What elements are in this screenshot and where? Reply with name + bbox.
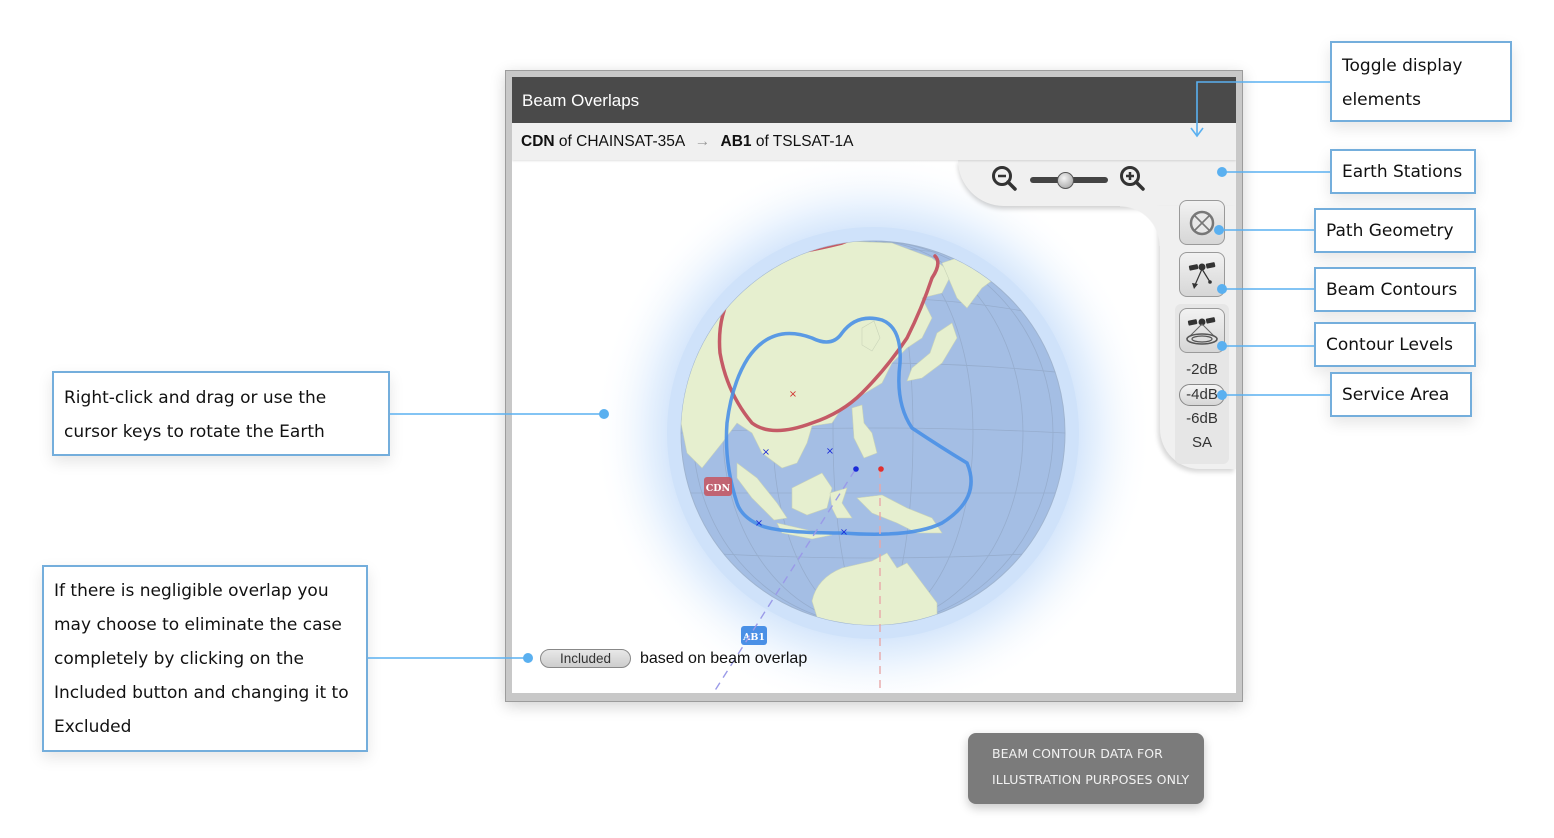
callout-beam-contours: Beam Contours: [1314, 267, 1476, 312]
contour-level-2db[interactable]: -2dB: [1179, 361, 1225, 378]
illustration-disclaimer: BEAM CONTOUR DATA FOR ILLUSTRATION PURPO…: [968, 733, 1204, 804]
earth-station-icon: [1189, 210, 1215, 235]
earth-stations-toggle[interactable]: [1179, 200, 1225, 245]
beam-b-satellite: of TSLSAT-1A: [755, 133, 854, 150]
zoom-slider-thumb[interactable]: [1057, 172, 1074, 189]
disclaimer-line-2: ILLUSTRATION PURPOSES ONLY: [992, 772, 1190, 787]
service-area-toggle[interactable]: SA: [1179, 434, 1225, 451]
zoom-out-icon[interactable]: [990, 164, 1020, 194]
contour-level-4db-selected[interactable]: -4dB: [1179, 384, 1225, 406]
earth-station-marker[interactable]: ×: [762, 447, 770, 458]
callout-contour-levels: Contour Levels: [1314, 322, 1476, 367]
callout-service-area: Service Area: [1330, 372, 1472, 417]
contour-level-6db[interactable]: -6dB: [1179, 410, 1225, 427]
cdn-label: CDN: [704, 477, 732, 496]
display-toggle-panel: -2dB -4dB -6dB SA: [1120, 200, 1236, 469]
path-geometry-toggle[interactable]: [1179, 252, 1225, 297]
callout-earth-stations: Earth Stations: [1330, 149, 1476, 194]
callout-rotate-earth: Right-click and drag or use the cursor k…: [52, 371, 390, 456]
satellite-path-icon: [1188, 261, 1216, 289]
satellite-beam-icon: [1186, 316, 1218, 345]
earth-station-marker[interactable]: ×: [789, 389, 797, 400]
window-title: Beam Overlaps: [512, 77, 1236, 123]
earth-station-marker[interactable]: ×: [840, 527, 848, 538]
callout-toggle-display: Toggle display elements: [1330, 41, 1512, 122]
beam-contours-toggle[interactable]: [1179, 308, 1225, 353]
window-content: CDN of CHAINSAT-35A → AB1 of TSLSAT-1A C…: [512, 123, 1236, 693]
callout-included: If there is negligible overlap you may c…: [42, 565, 368, 752]
beam-pair-header: CDN of CHAINSAT-35A → AB1 of TSLSAT-1A: [512, 123, 1236, 160]
cdn-label-text: CDN: [706, 483, 731, 494]
included-toggle-button[interactable]: Included: [540, 649, 631, 668]
earth-station-marker[interactable]: ×: [755, 518, 763, 529]
included-description: based on beam overlap: [640, 650, 808, 667]
disclaimer-line-1: BEAM CONTOUR DATA FOR: [992, 746, 1163, 761]
callout-path-geometry: Path Geometry: [1314, 208, 1476, 253]
zoom-in-icon[interactable]: [1118, 164, 1148, 194]
beam-b-name: AB1: [720, 133, 752, 150]
beam-a-name: CDN: [521, 133, 555, 150]
earth-station-marker[interactable]: ×: [826, 446, 834, 457]
beam-overlaps-window: Beam Overlaps CDN of CHAINSAT-35A → AB1 …: [505, 70, 1243, 702]
arrow-icon: →: [694, 133, 711, 150]
beam-a-satellite: of CHAINSAT-35A: [558, 133, 685, 150]
satellite-point-blue: [853, 466, 859, 472]
satellite-point-red: [878, 466, 884, 472]
